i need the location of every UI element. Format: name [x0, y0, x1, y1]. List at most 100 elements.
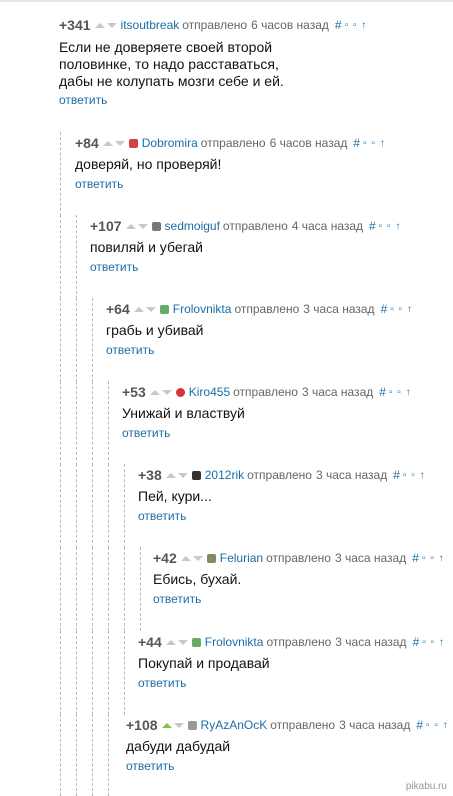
upvote-icon[interactable] — [180, 555, 191, 561]
comment-text: грабь и убивай — [106, 322, 204, 338]
author-link[interactable]: Frolovnikta — [173, 302, 232, 316]
comment-meta: +38 2012rik отправлено 3 часа назад # ▫ … — [138, 464, 426, 486]
author-link[interactable]: Felurian — [220, 551, 263, 565]
thread-guide-line — [60, 298, 61, 382]
vote-controls — [161, 722, 184, 728]
author-link[interactable]: sedmoiguf — [165, 219, 220, 233]
downvote-icon[interactable] — [106, 22, 117, 28]
thread-guide-line — [108, 547, 109, 631]
upvote-icon[interactable] — [149, 389, 160, 395]
upvote-icon[interactable] — [165, 639, 176, 645]
upvote-icon[interactable] — [102, 140, 113, 146]
comment-text: повиляй и убегай — [90, 239, 204, 255]
vote-controls — [133, 306, 156, 312]
permalink-hash[interactable]: # — [369, 219, 376, 233]
permalink-hash[interactable]: # — [335, 18, 342, 32]
reply-link[interactable]: ответить — [75, 177, 123, 191]
comment-meta: +53 Kiro455 отправлено 3 часа назад # ▫ … — [122, 381, 412, 403]
reply-link[interactable]: ответить — [59, 93, 107, 107]
upvote-icon[interactable] — [94, 22, 105, 28]
downvote-icon[interactable] — [114, 140, 125, 146]
permalink-hash[interactable]: # — [353, 136, 360, 150]
comment-score: +107 — [90, 218, 122, 234]
reply-link[interactable]: ответить — [122, 426, 170, 440]
avatar-icon — [191, 637, 201, 647]
author-link[interactable]: Dobromira — [142, 136, 198, 150]
comment-time: 3 часа назад — [303, 302, 375, 316]
comment-tools-icon[interactable]: ▫ ▫ ↑ — [379, 221, 402, 232]
reply-link[interactable]: ответить — [153, 592, 201, 606]
sent-label: отправлено — [266, 635, 332, 649]
downvote-icon[interactable] — [161, 389, 172, 395]
permalink-hash[interactable]: # — [381, 302, 388, 316]
author-link[interactable]: Frolovnikta — [205, 635, 264, 649]
comment-text: Унижай и властвуй — [122, 405, 245, 421]
upvote-icon[interactable] — [133, 306, 144, 312]
upvote-icon[interactable] — [165, 472, 176, 478]
comment: +84 Dobromira отправлено 6 часов назад #… — [0, 132, 453, 216]
permalink-hash[interactable]: # — [416, 718, 423, 732]
reply-link[interactable]: ответить — [126, 759, 174, 773]
author-link[interactable]: RyAzAnOcK — [201, 718, 268, 732]
downvote-icon[interactable] — [137, 223, 148, 229]
thread-guide-line — [92, 547, 93, 631]
sent-label: отправлено — [270, 718, 336, 732]
reply-link[interactable]: ответить — [106, 343, 154, 357]
comment-time: 6 часов назад — [251, 18, 329, 32]
comment-meta: +42 Felurian отправлено 3 часа назад # ▫… — [153, 547, 445, 569]
comment-text: дабуди дабудай — [126, 738, 231, 754]
avatar-icon — [159, 304, 169, 314]
thread-guide-line — [76, 714, 77, 796]
permalink-hash[interactable]: # — [393, 468, 400, 482]
top-divider — [0, 0, 453, 2]
comment-tools-icon[interactable]: ▫ ▫ ↑ — [426, 720, 449, 731]
thread-guide-line — [76, 547, 77, 631]
comment-score: +108 — [126, 717, 158, 733]
avatar-icon — [187, 720, 197, 730]
comment-meta: +108 RyAzAnOcK отправлено 3 часа назад #… — [126, 714, 449, 736]
comment-tools-icon[interactable]: ▫ ▫ ↑ — [403, 470, 426, 481]
reply-link[interactable]: ответить — [90, 260, 138, 274]
comment-score: +84 — [75, 135, 99, 151]
thread-guide-line — [60, 464, 61, 548]
comment: +108 RyAzAnOcK отправлено 3 часа назад #… — [0, 714, 453, 796]
sent-label: отправлено — [266, 551, 331, 565]
author-link[interactable]: Kiro455 — [189, 385, 230, 399]
downvote-icon[interactable] — [177, 639, 188, 645]
upvote-icon[interactable] — [125, 223, 136, 229]
comment-tools-icon[interactable]: ▫ ▫ ↑ — [389, 387, 412, 398]
comment-time: 3 часа назад — [335, 635, 407, 649]
comment-time: 3 часа назад — [315, 468, 388, 482]
downvote-icon[interactable] — [173, 722, 184, 728]
avatar-icon — [206, 553, 216, 563]
comment-tools-icon[interactable]: ▫ ▫ ↑ — [345, 20, 368, 31]
author-link[interactable]: itsoutbreak — [121, 18, 180, 32]
thread-guide-line — [108, 631, 109, 715]
comment-text: Пей, кури... — [138, 488, 212, 504]
downvote-icon[interactable] — [145, 306, 156, 312]
comment-time: 3 часа назад — [339, 718, 411, 732]
comment: +107 sedmoiguf отправлено 4 часа назад #… — [0, 215, 453, 299]
comment-meta: +84 Dobromira отправлено 6 часов назад #… — [75, 132, 386, 154]
author-link[interactable]: 2012rik — [205, 468, 244, 482]
thread-guide-line — [60, 631, 61, 715]
reply-link[interactable]: ответить — [138, 676, 186, 690]
reply-link[interactable]: ответить — [138, 509, 186, 523]
thread-guide-line — [140, 547, 141, 631]
sent-label: отправлено — [182, 18, 248, 32]
thread-guide-line — [76, 215, 77, 299]
vote-controls — [149, 389, 172, 395]
comment-tools-icon[interactable]: ▫ ▫ ↑ — [422, 553, 445, 564]
comment-tools-icon[interactable]: ▫ ▫ ↑ — [363, 138, 386, 149]
downvote-icon[interactable] — [177, 472, 188, 478]
thread-guide-line — [108, 464, 109, 548]
thread-guide-line — [76, 631, 77, 715]
upvote-icon[interactable] — [161, 722, 172, 728]
permalink-hash[interactable]: # — [413, 635, 420, 649]
comment-tools-icon[interactable]: ▫ ▫ ↑ — [422, 637, 445, 648]
comment-score: +42 — [153, 550, 177, 566]
permalink-hash[interactable]: # — [379, 385, 386, 399]
downvote-icon[interactable] — [192, 555, 203, 561]
permalink-hash[interactable]: # — [412, 551, 419, 565]
comment-tools-icon[interactable]: ▫ ▫ ↑ — [390, 304, 413, 315]
